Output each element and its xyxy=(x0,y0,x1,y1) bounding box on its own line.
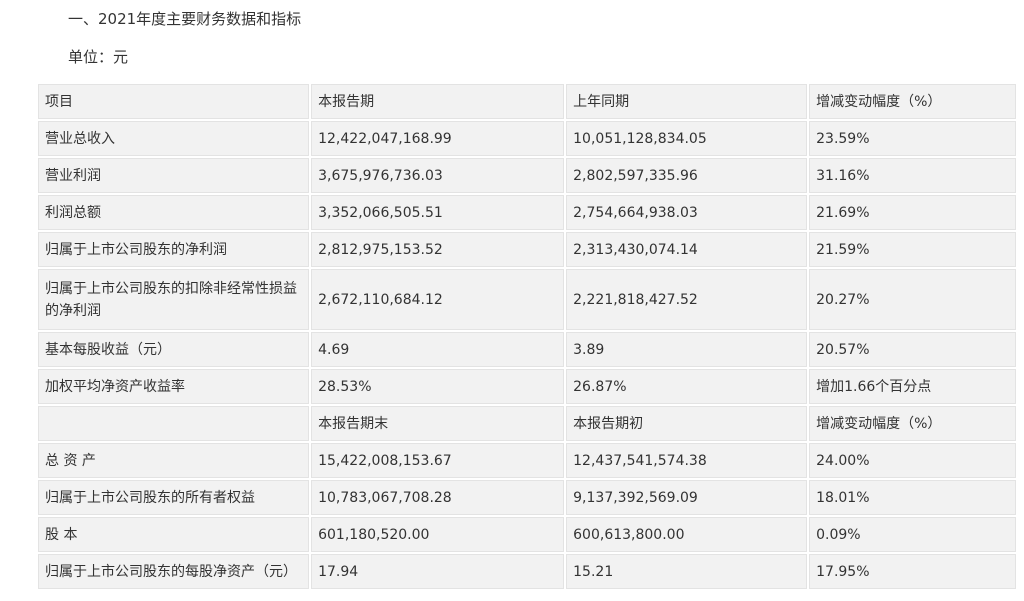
current-period-value: 3,675,976,736.03 xyxy=(311,158,565,193)
prior-period-value: 10,051,128,834.05 xyxy=(566,121,808,156)
table-row: 加权平均净资产收益率 28.53% 26.87% 增加1.66个百分点 xyxy=(38,369,1016,404)
table-row: 股 本 601,180,520.00 600,613,800.00 0.09% xyxy=(38,517,1016,552)
current-period-value: 4.69 xyxy=(311,332,565,367)
change-value: 21.59% xyxy=(809,232,1016,267)
table-subheader-row: 本报告期末 本报告期初 增减变动幅度（%） xyxy=(38,406,1016,441)
period-end-value: 17.94 xyxy=(311,554,565,589)
section-heading: 一、2021年度主要财务数据和指标 xyxy=(68,10,302,28)
header-cell: 增减变动幅度（%） xyxy=(809,406,1016,441)
current-period-value: 12,422,047,168.99 xyxy=(311,121,565,156)
change-value: 21.69% xyxy=(809,195,1016,230)
row-label: 加权平均净资产收益率 xyxy=(38,369,310,404)
period-end-value: 15,422,008,153.67 xyxy=(311,443,565,478)
row-label: 营业总收入 xyxy=(38,121,310,156)
prior-period-value: 2,802,597,335.96 xyxy=(566,158,808,193)
unit-label: 单位：元 xyxy=(68,48,129,66)
change-value: 增加1.66个百分点 xyxy=(809,369,1016,404)
table-row: 营业利润 3,675,976,736.03 2,802,597,335.96 3… xyxy=(38,158,1016,193)
table-row: 归属于上市公司股东的扣除非经常性损益的净利润 2,672,110,684.12 … xyxy=(38,269,1016,330)
table-row: 利润总额 3,352,066,505.51 2,754,664,938.03 2… xyxy=(38,195,1016,230)
change-value: 23.59% xyxy=(809,121,1016,156)
current-period-value: 2,672,110,684.12 xyxy=(311,269,565,330)
row-label: 归属于上市公司股东的每股净资产（元） xyxy=(38,554,310,589)
prior-period-value: 26.87% xyxy=(566,369,808,404)
change-value: 20.57% xyxy=(809,332,1016,367)
table-row: 归属于上市公司股东的所有者权益 10,783,067,708.28 9,137,… xyxy=(38,480,1016,515)
period-end-value: 10,783,067,708.28 xyxy=(311,480,565,515)
current-period-value: 2,812,975,153.52 xyxy=(311,232,565,267)
header-cell: 增减变动幅度（%） xyxy=(809,84,1016,119)
change-value: 18.01% xyxy=(809,480,1016,515)
header-cell: 本报告期 xyxy=(311,84,565,119)
period-end-value: 601,180,520.00 xyxy=(311,517,565,552)
row-label: 归属于上市公司股东的所有者权益 xyxy=(38,480,310,515)
row-label: 股 本 xyxy=(38,517,310,552)
header-cell: 本报告期末 xyxy=(311,406,565,441)
current-period-value: 28.53% xyxy=(311,369,565,404)
financial-data-table: 项目 本报告期 上年同期 增减变动幅度（%） 营业总收入 12,422,047,… xyxy=(36,82,1018,591)
change-value: 24.00% xyxy=(809,443,1016,478)
prior-period-value: 2,313,430,074.14 xyxy=(566,232,808,267)
prior-period-value: 2,221,818,427.52 xyxy=(566,269,808,330)
row-label: 营业利润 xyxy=(38,158,310,193)
header-cell: 本报告期初 xyxy=(566,406,808,441)
table-row: 基本每股收益（元） 4.69 3.89 20.57% xyxy=(38,332,1016,367)
period-start-value: 600,613,800.00 xyxy=(566,517,808,552)
period-start-value: 12,437,541,574.38 xyxy=(566,443,808,478)
table-row: 总 资 产 15,422,008,153.67 12,437,541,574.3… xyxy=(38,443,1016,478)
table-row: 营业总收入 12,422,047,168.99 10,051,128,834.0… xyxy=(38,121,1016,156)
header-cell: 项目 xyxy=(38,84,310,119)
change-value: 20.27% xyxy=(809,269,1016,330)
prior-period-value: 2,754,664,938.03 xyxy=(566,195,808,230)
period-start-value: 9,137,392,569.09 xyxy=(566,480,808,515)
change-value: 0.09% xyxy=(809,517,1016,552)
table-row: 归属于上市公司股东的每股净资产（元） 17.94 15.21 17.95% xyxy=(38,554,1016,589)
table-header-row: 项目 本报告期 上年同期 增减变动幅度（%） xyxy=(38,84,1016,119)
current-period-value: 3,352,066,505.51 xyxy=(311,195,565,230)
header-cell: 上年同期 xyxy=(566,84,808,119)
row-label: 归属于上市公司股东的净利润 xyxy=(38,232,310,267)
row-label: 基本每股收益（元） xyxy=(38,332,310,367)
row-label: 总 资 产 xyxy=(38,443,310,478)
change-value: 17.95% xyxy=(809,554,1016,589)
change-value: 31.16% xyxy=(809,158,1016,193)
row-label: 归属于上市公司股东的扣除非经常性损益的净利润 xyxy=(38,269,310,330)
prior-period-value: 3.89 xyxy=(566,332,808,367)
table-row: 归属于上市公司股东的净利润 2,812,975,153.52 2,313,430… xyxy=(38,232,1016,267)
row-label: 利润总额 xyxy=(38,195,310,230)
header-cell xyxy=(38,406,310,441)
period-start-value: 15.21 xyxy=(566,554,808,589)
